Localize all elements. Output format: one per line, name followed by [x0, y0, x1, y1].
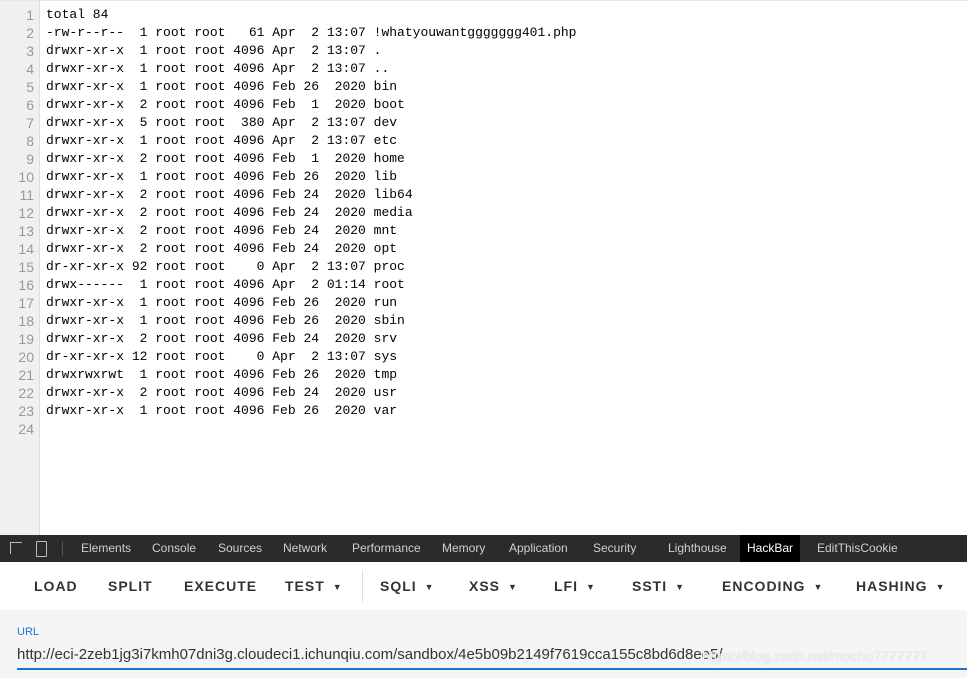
button-label: TEST — [285, 578, 325, 594]
line-text: drwxr-xr-x 1 root root 4096 Apr 2 13:07 … — [46, 43, 382, 58]
button-label: LOAD — [34, 578, 78, 594]
line-text: drwxr-xr-x 1 root root 4096 Apr 2 13:07 … — [46, 133, 398, 148]
line-text: drwxr-xr-x 2 root root 4096 Feb 24 2020 … — [46, 331, 398, 346]
line-text: dr-xr-xr-x 12 root root 0 Apr 2 13:07 sy… — [46, 349, 398, 364]
devtools-tab-network[interactable]: Network — [276, 535, 334, 562]
devtools-tab-performance[interactable]: Performance — [345, 535, 428, 562]
devtools-tab-application[interactable]: Application — [502, 535, 575, 562]
button-label: ENCODING — [722, 578, 806, 594]
line-text: drwxr-xr-x 1 root root 4096 Feb 26 2020 … — [46, 169, 398, 184]
devtools-tab-lighthouse[interactable]: Lighthouse — [661, 535, 734, 562]
line-number: 14 — [18, 241, 34, 257]
divider — [362, 570, 363, 602]
devtools-tab-editthiscookie[interactable]: EditThisCookie — [810, 535, 905, 562]
line-number: 23 — [18, 403, 34, 419]
hashing-button[interactable]: HASHING ▼ — [856, 562, 945, 610]
line-text: drwxr-xr-x 1 root root 4096 Feb 26 2020 … — [46, 403, 398, 418]
line-number: 5 — [26, 79, 34, 95]
devtools-tab-security[interactable]: Security — [586, 535, 643, 562]
caret-down-icon: ▼ — [332, 582, 343, 593]
line-text: drwxr-xr-x 2 root root 4096 Feb 24 2020 … — [46, 241, 398, 256]
line-number: 21 — [18, 367, 34, 383]
url-input[interactable] — [17, 640, 967, 670]
button-label: SQLI — [380, 578, 417, 594]
devtools-tab-elements[interactable]: Elements — [74, 535, 138, 562]
line-text: drwxr-xr-x 2 root root 4096 Feb 24 2020 … — [46, 187, 413, 202]
load-button[interactable]: LOAD — [34, 562, 78, 610]
caret-down-icon: ▼ — [675, 582, 686, 593]
devtools-tabbar: Elements Console Sources Network Performance… — [0, 535, 967, 562]
caret-down-icon: ▼ — [813, 582, 824, 593]
line-text: drwxr-xr-x 2 root root 4096 Feb 1 2020 h… — [46, 151, 405, 166]
line-number: 15 — [18, 259, 34, 275]
caret-down-icon: ▼ — [935, 582, 946, 593]
devtools-tab-memory[interactable]: Memory — [435, 535, 492, 562]
line-text: total 84 — [46, 7, 109, 22]
button-label: SPLIT — [108, 578, 153, 594]
line-text: drwxr-xr-x 1 root root 4096 Feb 26 2020 … — [46, 295, 398, 310]
encoding-button[interactable]: ENCODING ▼ — [722, 562, 823, 610]
line-text: drwxr-xr-x 2 root root 4096 Feb 24 2020 … — [46, 205, 413, 220]
line-number: 19 — [18, 331, 34, 347]
split-button[interactable]: SPLIT — [108, 562, 153, 610]
line-number: 22 — [18, 385, 34, 401]
line-text: drwxr-xr-x 5 root root 380 Apr 2 13:07 d… — [46, 115, 398, 130]
line-number: 3 — [26, 43, 34, 59]
button-label: SSTI — [632, 578, 668, 594]
line-text: drwxr-xr-x 2 root root 4096 Feb 24 2020 … — [46, 223, 398, 238]
inspect-element-icon[interactable] — [10, 542, 22, 554]
line-number: 2 — [26, 25, 34, 41]
line-number: 6 — [26, 97, 34, 113]
line-number: 1 — [26, 7, 34, 23]
url-section: URL https://blog.csdn.net/mochu7777777 — [0, 610, 967, 678]
line-number: 18 — [18, 313, 34, 329]
button-label: XSS — [469, 578, 501, 594]
xss-button[interactable]: XSS ▼ — [469, 562, 518, 610]
button-label: EXECUTE — [184, 578, 258, 594]
devtools-tab-console[interactable]: Console — [145, 535, 203, 562]
line-number: 17 — [18, 295, 34, 311]
execute-button[interactable]: EXECUTE — [184, 562, 257, 610]
line-text: dr-xr-xr-x 92 root root 0 Apr 2 13:07 pr… — [46, 259, 405, 274]
line-number: 12 — [18, 205, 34, 221]
line-number: 20 — [18, 349, 34, 365]
line-text: drwx------ 1 root root 4096 Apr 2 01:14 … — [46, 277, 405, 292]
line-number: 8 — [26, 133, 34, 149]
line-number: 13 — [18, 223, 34, 239]
ssti-button[interactable]: SSTI ▼ — [632, 562, 685, 610]
line-number: 9 — [26, 151, 34, 167]
line-number: 11 — [19, 187, 34, 203]
sqli-button[interactable]: SQLI ▼ — [380, 562, 435, 610]
line-text: drwxr-xr-x 2 root root 4096 Feb 24 2020 … — [46, 385, 398, 400]
line-text: drwxr-xr-x 1 root root 4096 Feb 26 2020 … — [46, 313, 405, 328]
line-number: 16 — [18, 277, 34, 293]
line-number: 24 — [18, 421, 34, 437]
response-viewer: 1 total 84 2 -rw-r--r-- 1 root root 61 Apr … — [0, 0, 967, 536]
line-text: drwxr-xr-x 1 root root 4096 Feb 26 2020 … — [46, 79, 398, 94]
lfi-button[interactable]: LFI ▼ — [554, 562, 596, 610]
hackbar-toolbar: LOAD SPLIT EXECUTE TEST ▼ SQLI ▼ XSS ▼ LFI ▼ SSTI ▼ E… — [0, 562, 967, 610]
line-number: 4 — [26, 61, 34, 77]
device-toolbar-icon[interactable] — [36, 541, 47, 557]
caret-down-icon: ▼ — [508, 582, 518, 593]
button-label: LFI — [554, 578, 578, 594]
test-button[interactable]: TEST ▼ — [285, 562, 343, 610]
line-number: 10 — [18, 169, 34, 185]
divider — [62, 541, 63, 556]
caret-down-icon: ▼ — [586, 582, 596, 593]
line-text: drwxr-xr-x 2 root root 4096 Feb 1 2020 b… — [46, 97, 405, 112]
line-text: drwxrwxrwt 1 root root 4096 Feb 26 2020 … — [46, 367, 398, 382]
button-label: HASHING — [856, 578, 928, 594]
line-text: -rw-r--r-- 1 root root 61 Apr 2 13:07 !w… — [46, 25, 577, 40]
devtools-tab-hackbar[interactable]: HackBar — [740, 535, 801, 562]
line-text: drwxr-xr-x 1 root root 4096 Apr 2 13:07 … — [46, 61, 390, 76]
devtools-tab-sources[interactable]: Sources — [211, 535, 269, 562]
caret-down-icon: ▼ — [424, 582, 435, 593]
line-number: 7 — [26, 115, 34, 131]
url-label: URL — [17, 626, 40, 638]
